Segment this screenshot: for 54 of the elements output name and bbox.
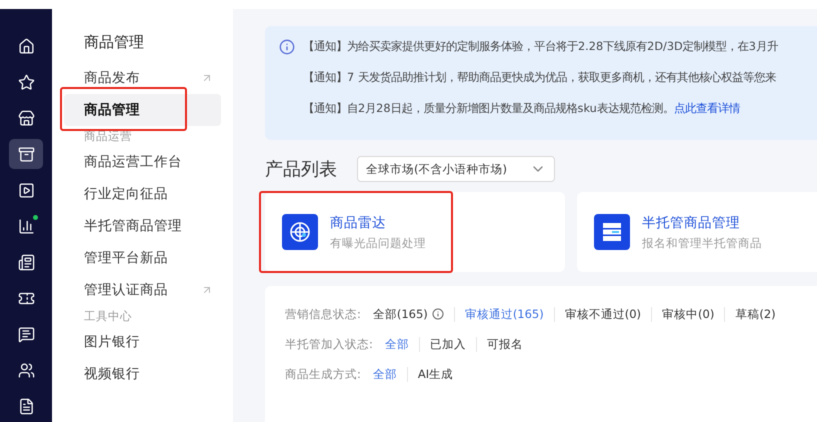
filter-option[interactable]: 审核不通过(0) xyxy=(554,306,652,322)
feature-card[interactable]: 商品雷达 有曝光品问题处理 xyxy=(265,192,565,272)
feature-card[interactable]: 半托管商品管理 报名和管理半托管商品 xyxy=(577,192,817,272)
document-icon xyxy=(18,398,34,414)
ad-icon xyxy=(18,254,34,270)
menu-item[interactable]: 管理平台新品 xyxy=(64,242,221,274)
notice-text: 【通知】自2月28日起，质量分新增图片数量及商品规格sku表达规范检测。点此查看详情 xyxy=(303,101,741,117)
menu-item[interactable]: 行业定向征品 xyxy=(64,178,221,210)
filter-option[interactable]: 全部(165) xyxy=(372,306,454,322)
info-icon xyxy=(432,308,444,320)
filter-label: 商品生成方式: xyxy=(285,366,361,382)
external-link-icon xyxy=(201,284,213,296)
external-link-icon xyxy=(201,72,213,84)
filter-label: 营销信息状态: xyxy=(285,306,361,322)
home-icon xyxy=(18,38,34,54)
menu-item[interactable]: 视频银行 xyxy=(64,358,221,390)
filter-option[interactable]: 审核通过(165) xyxy=(454,306,554,322)
video-icon xyxy=(18,182,34,198)
menu-item[interactable]: 商品发布 xyxy=(64,62,221,94)
menu-item[interactable]: 管理认证商品 xyxy=(64,274,221,306)
card-title: 半托管商品管理 xyxy=(642,214,741,232)
market-select[interactable]: 全球市场(不含小语种市场) xyxy=(357,156,555,182)
page-heading: 产品列表 xyxy=(265,158,337,181)
users-icon xyxy=(18,362,34,378)
star-icon xyxy=(18,74,34,90)
box-icon xyxy=(18,146,34,162)
menu-item[interactable]: 商品管理 xyxy=(64,94,221,126)
details-link[interactable]: 点此查看详情 xyxy=(674,102,740,115)
active-nav-button[interactable] xyxy=(9,139,43,169)
filter-option[interactable]: 全部 xyxy=(372,366,407,382)
menu-item[interactable]: 商品运营工作台 xyxy=(64,146,221,178)
card-subtitle: 有曝光品问题处理 xyxy=(330,236,426,250)
filter-option[interactable]: 可报名 xyxy=(476,336,533,352)
menu-title: 商品管理 xyxy=(83,33,145,52)
filter-label: 半托管加入状态: xyxy=(285,336,373,352)
filter-option[interactable]: AI生成 xyxy=(406,366,464,382)
card-subtitle: 报名和管理半托管商品 xyxy=(642,236,762,250)
bar-chart-icon xyxy=(18,218,34,234)
store-icon xyxy=(18,110,34,126)
notice-text: 【通知】为给买卖家提供更好的定制服务体验，平台将于2.28下线原有2D/3D定制模型，在3月升 xyxy=(303,39,778,55)
menu-section-label: 工具中心 xyxy=(83,308,133,324)
message-icon xyxy=(18,326,34,342)
server-icon xyxy=(601,221,623,243)
menu-section-label: 商品运营 xyxy=(83,128,133,144)
menu-item[interactable]: 图片银行 xyxy=(64,326,221,358)
radar-icon xyxy=(289,221,311,243)
notice-text: 【通知】7 天发货品助推计划，帮助商品更快成为优品，获取更多商机，还有其他核心权益等您来 xyxy=(303,70,777,86)
filter-option[interactable]: 已加入 xyxy=(418,336,476,352)
filter-option[interactable]: 草稿(2) xyxy=(724,306,786,322)
menu-item[interactable]: 半托管商品管理 xyxy=(64,210,221,242)
card-title: 商品雷达 xyxy=(330,214,387,232)
info-icon xyxy=(279,39,295,55)
filter-option[interactable]: 全部 xyxy=(384,336,419,352)
filter-option[interactable]: 审核中(0) xyxy=(651,306,724,322)
